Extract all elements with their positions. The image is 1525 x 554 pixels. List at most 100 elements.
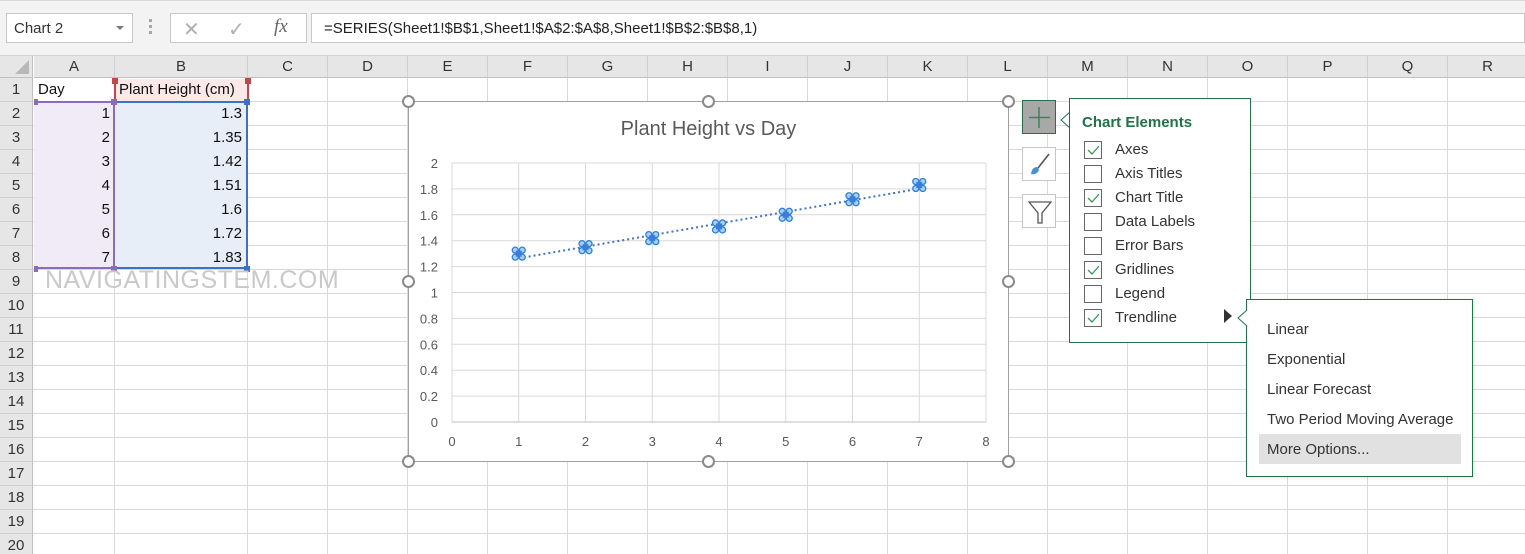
resize-handle-top-right[interactable] — [1002, 95, 1015, 108]
column-header-L[interactable]: L — [968, 56, 1048, 78]
column-header-G[interactable]: G — [568, 56, 648, 78]
chart-element-axis-titles[interactable]: Axis Titles — [1084, 163, 1244, 185]
column-header-Q[interactable]: Q — [1368, 56, 1448, 78]
row-header-2[interactable]: 2 — [0, 102, 33, 126]
column-header-C[interactable]: C — [248, 56, 328, 78]
resize-handle-bottom[interactable] — [702, 455, 715, 468]
cell-B4[interactable]: 1.42 — [115, 150, 246, 173]
plot-area[interactable]: 0 0.2 0.4 0.6 0.8 1 1.2 1.4 1.6 1.8 2 0 1 2 3 4 5 6 7 8 — [409, 102, 1010, 463]
row-header-10[interactable]: 10 — [0, 294, 33, 318]
trendline-option-two-period-moving-average[interactable]: Two Period Moving Average — [1259, 404, 1461, 434]
select-all-corner[interactable] — [0, 56, 33, 78]
row-header-20[interactable]: 20 — [0, 534, 33, 554]
resize-handle-top[interactable] — [702, 95, 715, 108]
chart-area[interactable]: Plant Height vs Day 0 0.2 0.4 0.6 0.8 1 1.2 1.4… — [408, 101, 1009, 462]
cell-B3[interactable]: 1.35 — [115, 126, 246, 149]
chart-element-data-labels[interactable]: Data Labels — [1084, 211, 1244, 233]
cell-A7[interactable]: 6 — [34, 222, 114, 245]
row-header-11[interactable]: 11 — [0, 318, 33, 342]
column-header-O[interactable]: O — [1208, 56, 1288, 78]
range-handle[interactable] — [34, 266, 38, 272]
column-header-I[interactable]: I — [728, 56, 808, 78]
resize-handle-top-left[interactable] — [402, 95, 415, 108]
column-header-M[interactable]: M — [1048, 56, 1128, 78]
column-header-B[interactable]: B — [115, 56, 248, 78]
trendline-option-exponential[interactable]: Exponential — [1259, 344, 1461, 374]
checkbox[interactable] — [1084, 309, 1102, 327]
row-header-1[interactable]: 1 — [0, 78, 33, 102]
cell-A6[interactable]: 5 — [34, 198, 114, 221]
resize-handle-left[interactable] — [402, 275, 415, 288]
row-header-7[interactable]: 7 — [0, 222, 33, 246]
row-header-12[interactable]: 12 — [0, 342, 33, 366]
formula-input[interactable]: =SERIES(Sheet1!$B$1,Sheet1!$A$2:$A$8,She… — [311, 13, 1525, 43]
chart-styles-button[interactable] — [1022, 147, 1056, 181]
insert-function-fx-icon[interactable]: fx — [274, 16, 288, 38]
chart-filters-button[interactable] — [1022, 194, 1056, 228]
drag-handle-icon[interactable] — [149, 19, 153, 37]
chart-element-gridlines[interactable]: Gridlines — [1084, 259, 1244, 281]
column-header-D[interactable]: D — [328, 56, 408, 78]
chart-element-axes[interactable]: Axes — [1084, 139, 1244, 161]
row-header-4[interactable]: 4 — [0, 150, 33, 174]
row-header-19[interactable]: 19 — [0, 510, 33, 534]
cell-A4[interactable]: 3 — [34, 150, 114, 173]
row-header-18[interactable]: 18 — [0, 486, 33, 510]
enter-check-icon[interactable]: ✓ — [228, 17, 245, 42]
row-header-13[interactable]: 13 — [0, 366, 33, 390]
chart-element-legend[interactable]: Legend — [1084, 283, 1244, 305]
checkbox[interactable] — [1084, 141, 1102, 159]
column-header-N[interactable]: N — [1128, 56, 1208, 78]
range-handle[interactable] — [111, 99, 117, 105]
column-header-R[interactable]: R — [1448, 56, 1525, 78]
row-header-15[interactable]: 15 — [0, 414, 33, 438]
column-header-J[interactable]: J — [808, 56, 888, 78]
row-header-17[interactable]: 17 — [0, 462, 33, 486]
row-header-3[interactable]: 3 — [0, 126, 33, 150]
column-header-H[interactable]: H — [648, 56, 728, 78]
row-header-8[interactable]: 8 — [0, 246, 33, 270]
row-header-5[interactable]: 5 — [0, 174, 33, 198]
resize-handle-bottom-left[interactable] — [402, 455, 415, 468]
column-header-F[interactable]: F — [488, 56, 568, 78]
chart-elements-button[interactable] — [1022, 100, 1056, 134]
resize-handle-bottom-right[interactable] — [1002, 455, 1015, 468]
range-handle[interactable] — [245, 78, 251, 84]
trendline-option-more-options[interactable]: More Options... — [1259, 434, 1461, 464]
range-handle[interactable] — [112, 78, 118, 84]
row-header-9[interactable]: 9 — [0, 270, 33, 294]
cell-A2[interactable]: 1 — [34, 102, 114, 125]
column-header-A[interactable]: A — [34, 56, 115, 78]
row-header-16[interactable]: 16 — [0, 438, 33, 462]
cell-B5[interactable]: 1.51 — [115, 174, 246, 197]
column-header-K[interactable]: K — [888, 56, 968, 78]
cell-B2[interactable]: 1.3 — [115, 102, 246, 125]
cell-A3[interactable]: 2 — [34, 126, 114, 149]
checkbox[interactable] — [1084, 285, 1102, 303]
cell-A1[interactable]: Day — [34, 78, 114, 101]
checkbox[interactable] — [1084, 237, 1102, 255]
column-header-E[interactable]: E — [408, 56, 488, 78]
name-box[interactable]: Chart 2 — [6, 13, 133, 43]
row-header-6[interactable]: 6 — [0, 198, 33, 222]
range-handle[interactable] — [244, 99, 250, 105]
cell-A5[interactable]: 4 — [34, 174, 114, 197]
range-handle[interactable] — [34, 99, 38, 105]
checkbox[interactable] — [1084, 261, 1102, 279]
row-header-14[interactable]: 14 — [0, 390, 33, 414]
checkbox[interactable] — [1084, 165, 1102, 183]
column-header-P[interactable]: P — [1288, 56, 1368, 78]
cancel-x-icon[interactable]: ✕ — [183, 17, 200, 42]
chevron-down-icon[interactable] — [116, 26, 124, 30]
chart-element-chart-title[interactable]: Chart Title — [1084, 187, 1244, 209]
checkbox[interactable] — [1084, 213, 1102, 231]
trendline-option-linear[interactable]: Linear — [1259, 314, 1461, 344]
resize-handle-right[interactable] — [1002, 275, 1015, 288]
submenu-arrow-icon[interactable] — [1223, 308, 1233, 324]
trendline-option-linear-forecast[interactable]: Linear Forecast — [1259, 374, 1461, 404]
cell-B6[interactable]: 1.6 — [115, 198, 246, 221]
cell-B7[interactable]: 1.72 — [115, 222, 246, 245]
chart-element-trendline[interactable]: Trendline — [1084, 307, 1244, 329]
checkbox[interactable] — [1084, 189, 1102, 207]
chart-element-error-bars[interactable]: Error Bars — [1084, 235, 1244, 257]
